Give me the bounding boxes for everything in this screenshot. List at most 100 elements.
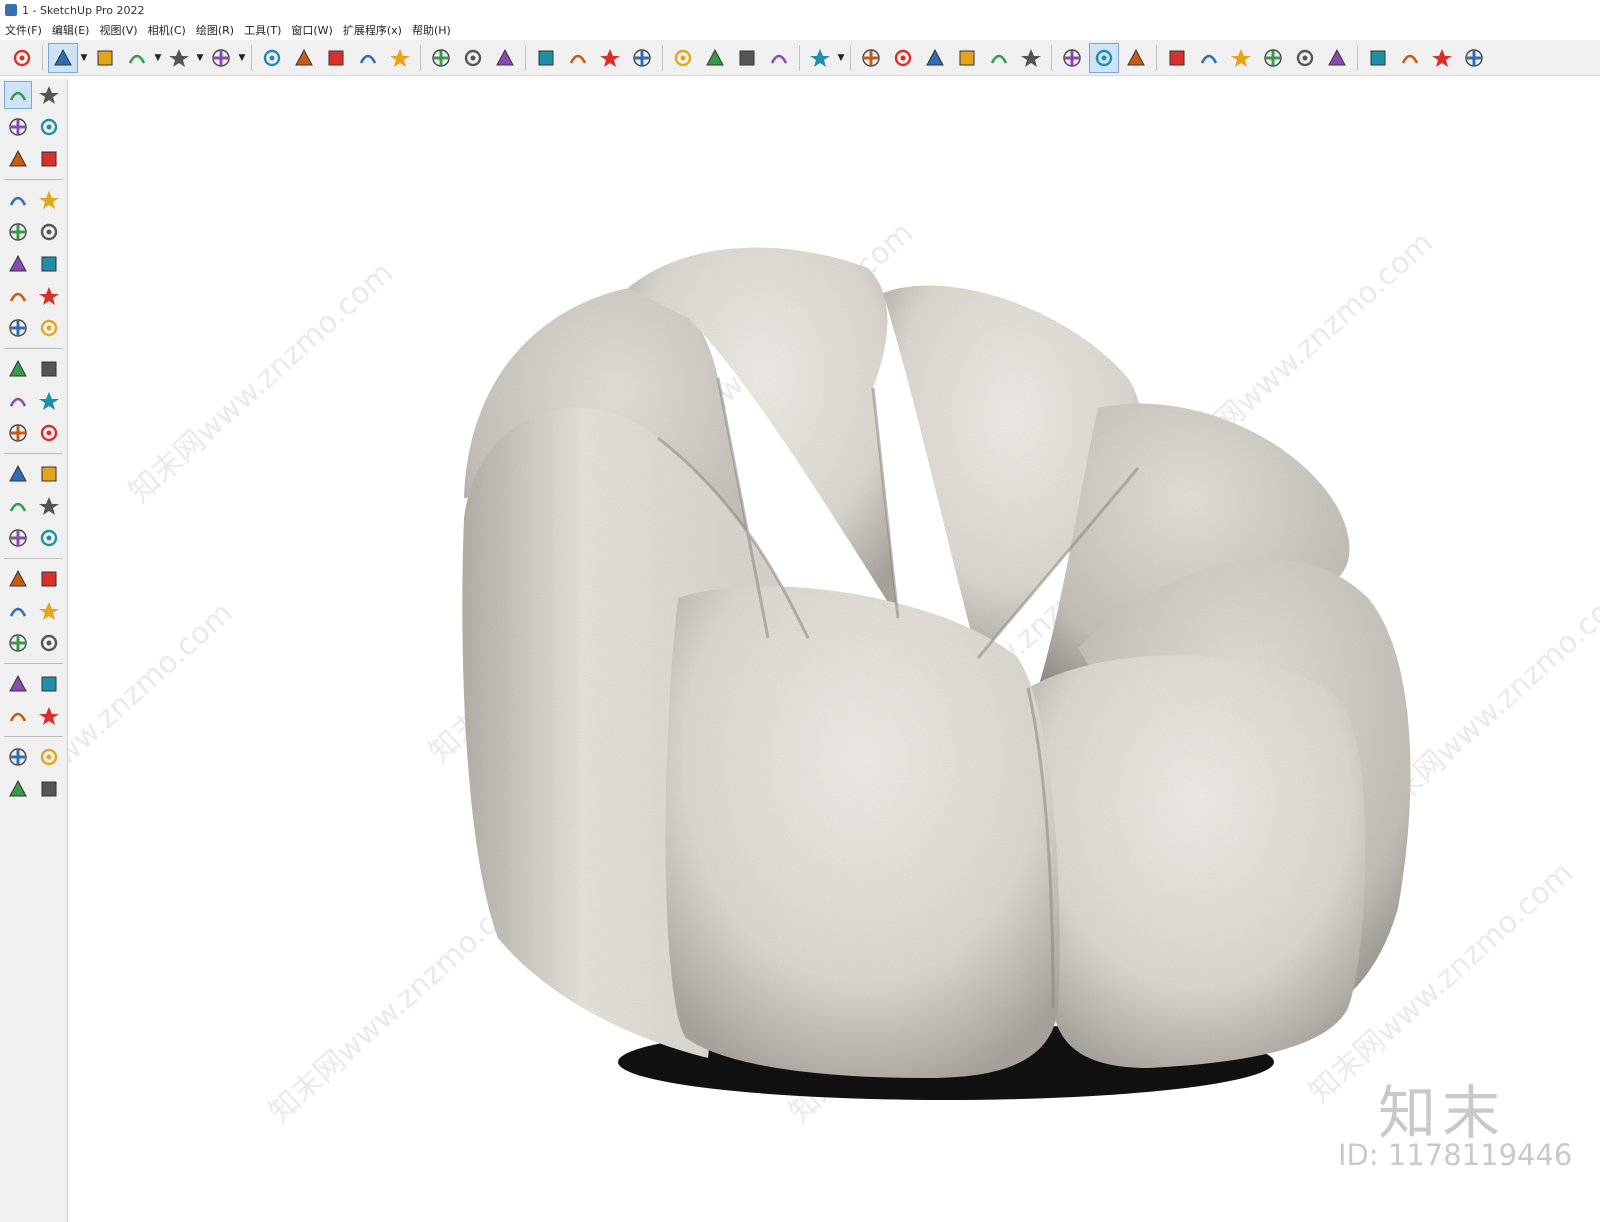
axes-tool[interactable] [4, 524, 32, 552]
dimension-tool[interactable] [35, 460, 63, 488]
offset-tool[interactable] [35, 419, 63, 447]
info-icon[interactable] [1395, 43, 1425, 73]
pie-tool[interactable] [35, 314, 63, 342]
tape-measure-icon[interactable] [426, 43, 456, 73]
rotated-rectangle-tool[interactable] [35, 218, 63, 246]
chevron-down-icon[interactable]: ▼ [836, 43, 846, 73]
pushpull-icon[interactable] [257, 43, 287, 73]
settings-tool[interactable] [35, 775, 63, 803]
menu-view[interactable]: 视图(V) [94, 22, 142, 38]
search-icon[interactable] [7, 43, 37, 73]
line-tool[interactable] [4, 186, 32, 214]
orbit-icon[interactable] [531, 43, 561, 73]
cloud-icon[interactable] [1290, 43, 1320, 73]
move-icon[interactable] [321, 43, 351, 73]
pan-icon[interactable] [563, 43, 593, 73]
front-view-icon[interactable] [920, 43, 950, 73]
chat-icon[interactable] [1363, 43, 1393, 73]
walk-tool[interactable] [4, 702, 32, 730]
orbit-tool-2[interactable] [4, 565, 32, 593]
orbit-tool[interactable] [35, 81, 63, 109]
gear-icon[interactable] [1322, 43, 1352, 73]
polygon-tool[interactable] [35, 250, 63, 278]
chevron-down-icon[interactable]: ▼ [195, 43, 205, 73]
two-point-arc-tool[interactable] [35, 282, 63, 310]
menu-edit[interactable]: 编辑(E) [47, 22, 95, 38]
three-point-arc-tool[interactable] [4, 314, 32, 342]
arc-tool[interactable] [4, 282, 32, 310]
account-icon[interactable] [1459, 43, 1489, 73]
eraser-icon[interactable] [90, 43, 120, 73]
warehouse-tool[interactable] [4, 743, 32, 771]
chevron-down-icon[interactable]: ▼ [79, 43, 89, 73]
move-tool[interactable] [4, 355, 32, 383]
sofa-chair-model[interactable] [68, 78, 1600, 1222]
settings-icon[interactable] [764, 43, 794, 73]
arc-icon[interactable] [164, 43, 194, 73]
look-around-tool[interactable] [35, 670, 63, 698]
text-tool[interactable] [35, 492, 63, 520]
followme-tool[interactable] [35, 387, 63, 415]
menu-camera[interactable]: 相机(C) [143, 22, 191, 38]
paint-tool[interactable] [4, 113, 32, 141]
followme-icon[interactable] [289, 43, 319, 73]
rotate-icon[interactable] [353, 43, 383, 73]
add-location-icon[interactable] [1162, 43, 1192, 73]
scale-icon[interactable] [385, 43, 415, 73]
zoom-icon[interactable] [595, 43, 625, 73]
model-viewport[interactable]: 知末网www.znzmo.com 知末网www.znzmo.com 知末网www… [68, 78, 1600, 1222]
styles-icon[interactable] [1226, 43, 1256, 73]
component-tool[interactable] [4, 145, 32, 173]
select-tool[interactable] [3, 81, 32, 109]
right-view-icon[interactable] [952, 43, 982, 73]
zoom-window-tool[interactable] [35, 597, 63, 625]
menu-extensions[interactable]: 扩展程序(x) [338, 22, 407, 38]
freehand-tool[interactable] [35, 186, 63, 214]
pushpull-tool[interactable] [35, 355, 63, 383]
menu-draw[interactable]: 绘图(R) [191, 22, 239, 38]
extension-icon[interactable] [700, 43, 730, 73]
menu-window[interactable]: 窗口(W) [286, 22, 337, 38]
text-icon[interactable] [458, 43, 488, 73]
shield-icon[interactable] [1194, 43, 1224, 73]
tape-tool[interactable] [4, 460, 32, 488]
select-icon[interactable] [48, 42, 78, 73]
circle-tool[interactable] [4, 250, 32, 278]
section-tool[interactable] [35, 702, 63, 730]
rotate-tool[interactable] [4, 387, 32, 415]
3d-text-tool[interactable] [35, 524, 63, 552]
warehouse-icon[interactable] [668, 43, 698, 73]
zoom-tool[interactable] [4, 597, 32, 625]
zoom-extents-icon[interactable] [627, 43, 657, 73]
top-view-icon[interactable] [888, 43, 918, 73]
checker-icon[interactable] [1258, 43, 1288, 73]
layer-tool[interactable] [4, 775, 32, 803]
eraser-tool[interactable] [35, 113, 63, 141]
scale-tool[interactable] [4, 419, 32, 447]
zoom-extents-tool[interactable] [4, 629, 32, 657]
tag-tool[interactable] [35, 145, 63, 173]
pencil-icon[interactable] [122, 43, 152, 73]
rectangle-icon[interactable] [206, 43, 236, 73]
iso-view-icon[interactable] [856, 43, 886, 73]
menu-help[interactable]: 帮助(H) [407, 22, 456, 38]
paint-bucket-icon[interactable] [490, 43, 520, 73]
position-camera-tool[interactable] [4, 670, 32, 698]
back-view-icon[interactable] [984, 43, 1014, 73]
section-plane-icon[interactable] [1057, 43, 1087, 73]
section-display-icon[interactable] [1089, 42, 1119, 73]
protractor-tool[interactable] [4, 492, 32, 520]
menu-file[interactable]: 文件(F) [0, 22, 47, 38]
pan-tool[interactable] [35, 565, 63, 593]
menu-tools[interactable]: 工具(T) [239, 22, 286, 38]
camera-icon[interactable] [1121, 43, 1151, 73]
rectangle-tool[interactable] [4, 218, 32, 246]
previous-tool[interactable] [35, 629, 63, 657]
user-icon[interactable] [805, 43, 835, 73]
layers-icon[interactable] [732, 43, 762, 73]
extension-tool[interactable] [35, 743, 63, 771]
cart-icon[interactable] [1427, 43, 1457, 73]
left-view-icon[interactable] [1016, 43, 1046, 73]
chevron-down-icon[interactable]: ▼ [153, 43, 163, 73]
chevron-down-icon[interactable]: ▼ [237, 43, 247, 73]
